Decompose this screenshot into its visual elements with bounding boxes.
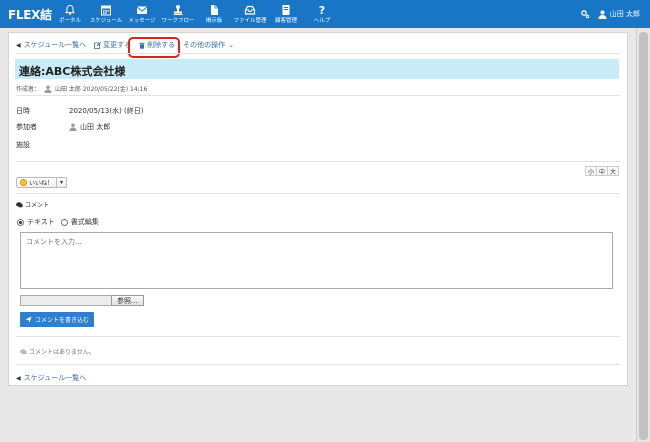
mode-rich-label[interactable]: 書式編集 xyxy=(71,217,99,227)
nav-message[interactable]: メッセージ xyxy=(124,0,160,28)
book-icon xyxy=(282,5,290,15)
caret-down-icon: ▾ xyxy=(60,179,64,186)
user-menu[interactable]: 山田 太郎 xyxy=(580,0,640,28)
main-nav: ポータル スケジュール メッセージ ワークフロー 掲示板 ファイル管理 顧客管理… xyxy=(52,0,340,28)
comments-icon xyxy=(16,201,23,207)
mode-text-label[interactable]: テキスト xyxy=(27,217,55,227)
delete-link[interactable]: 削除する xyxy=(139,40,175,50)
nav-schedule[interactable]: スケジュール xyxy=(88,0,124,28)
mode-text-radio[interactable] xyxy=(17,218,24,226)
date-label: 日時 xyxy=(16,107,30,115)
font-size-large[interactable]: 大 xyxy=(607,166,619,176)
like-button-group: いいね！ ▾ xyxy=(16,177,68,188)
app-logo[interactable]: FLEX結 xyxy=(8,6,52,23)
divider xyxy=(16,95,620,96)
nav-customers[interactable]: 顧客管理 xyxy=(268,0,304,28)
trash-icon xyxy=(139,42,145,49)
file-path-field[interactable] xyxy=(20,295,112,306)
nav-bulletin[interactable]: 掲示板 xyxy=(196,0,232,28)
author-line: 作成者： 山田 太郎 2020/05/22(金) 14:16 xyxy=(16,84,148,93)
question-icon: ? xyxy=(319,4,325,16)
caret-left-icon: ◀ xyxy=(16,374,21,382)
title-bar: 連絡:ABC株式会社様 xyxy=(15,59,619,79)
tray-icon xyxy=(244,5,256,15)
vertical-scrollbar[interactable] xyxy=(636,28,650,442)
bell-icon xyxy=(65,4,75,15)
attendee-value: 山田 太郎 xyxy=(69,122,110,132)
document-icon xyxy=(211,5,218,15)
calendar-icon xyxy=(101,5,111,16)
edit-link[interactable]: 変更する xyxy=(94,40,131,50)
user-icon xyxy=(44,84,52,93)
divider xyxy=(16,364,620,365)
divider xyxy=(16,53,620,54)
divider xyxy=(16,336,620,337)
svg-text:?: ? xyxy=(319,4,325,16)
user-icon xyxy=(598,10,607,19)
attendees-label: 参加者 xyxy=(16,123,37,131)
divider xyxy=(16,161,620,162)
nav-files[interactable]: ファイル管理 xyxy=(232,0,268,28)
file-attach-row: 参照... xyxy=(20,295,144,306)
chevron-down-icon: ⌄ xyxy=(228,41,235,49)
user-icon xyxy=(69,123,77,131)
top-navbar: FLEX結 ポータル スケジュール メッセージ ワークフロー 掲示板 ファイル管… xyxy=(0,0,650,28)
facility-label: 施設 xyxy=(16,141,30,149)
smile-icon xyxy=(20,179,27,186)
back-to-list-link-bottom[interactable]: ◀ スケジュール一覧へ xyxy=(16,373,86,383)
gear-icon[interactable] xyxy=(580,9,590,19)
schedule-detail-panel: ◀ スケジュール一覧へ 変更する 削除する その他の操作 ⌄ 連絡:ABC株式会… xyxy=(8,32,628,386)
scroll-thumb[interactable] xyxy=(639,32,648,440)
browse-button[interactable]: 参照... xyxy=(111,295,144,306)
like-dropdown-toggle[interactable]: ▾ xyxy=(56,178,66,187)
date-value: 2020/05/13(水) (終日) xyxy=(69,107,144,115)
comment-heading: コメント xyxy=(16,200,49,209)
nav-help[interactable]: ? ヘルプ xyxy=(304,0,340,28)
other-actions-dropdown[interactable]: その他の操作 ⌄ xyxy=(183,40,234,50)
stamp-icon xyxy=(173,5,183,15)
envelope-icon xyxy=(136,6,148,14)
page-title: 連絡:ABC株式会社様 xyxy=(19,65,126,78)
caret-left-icon: ◀ xyxy=(16,41,21,49)
edit-icon xyxy=(94,41,101,49)
divider xyxy=(16,193,620,194)
comment-input[interactable] xyxy=(20,232,613,289)
like-button[interactable]: いいね！ xyxy=(17,178,56,187)
user-name: 山田 太郎 xyxy=(609,10,640,18)
nav-portal[interactable]: ポータル xyxy=(52,0,88,28)
comments-icon xyxy=(20,348,27,354)
send-icon xyxy=(25,316,32,323)
nav-workflow[interactable]: ワークフロー xyxy=(160,0,196,28)
action-toolbar: ◀ スケジュール一覧へ 変更する 削除する その他の操作 ⌄ xyxy=(16,37,242,58)
submit-comment-button[interactable]: コメントを書き込む xyxy=(20,312,95,327)
mode-rich-radio[interactable] xyxy=(60,218,68,226)
no-comments-message: コメントはありません。 xyxy=(20,347,95,356)
comment-mode-group: テキスト 書式編集 xyxy=(17,217,99,227)
back-to-list-link[interactable]: ◀ スケジュール一覧へ xyxy=(16,40,86,50)
font-size-switcher: 小 中 大 xyxy=(585,166,619,176)
